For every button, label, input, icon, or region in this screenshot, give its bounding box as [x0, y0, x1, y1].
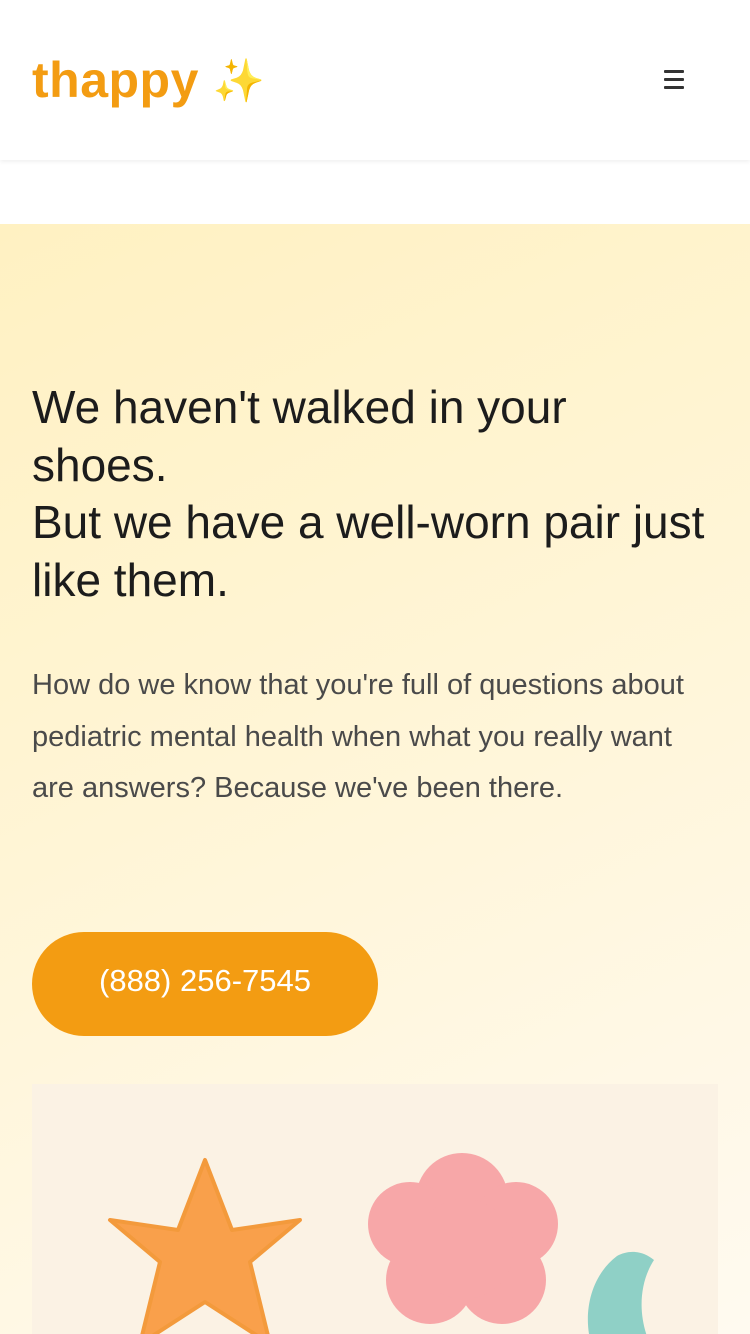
hero-illustration: [32, 1084, 718, 1334]
moon-icon: [587, 1251, 654, 1334]
illustration-artwork: [108, 1153, 654, 1334]
phone-call-button[interactable]: (888) 256-7545: [32, 932, 378, 1036]
hamburger-menu-icon: [664, 70, 684, 73]
headline-line-1: We haven't walked in your shoes.: [32, 381, 567, 491]
headline-line-2: But we have a well-worn pair just like t…: [32, 496, 705, 606]
hero-section: We haven't walked in your shoes. But we …: [0, 224, 750, 1334]
star-icon: [108, 1158, 302, 1334]
thappy-logo[interactable]: thappy ✨: [32, 50, 265, 111]
hamburger-menu-icon-bar: [664, 78, 684, 81]
sparkle-icon: ✨: [212, 57, 266, 104]
site-header: thappy ✨: [0, 0, 750, 160]
hamburger-menu-icon-bar: [664, 86, 684, 89]
hamburger-menu-button[interactable]: [648, 58, 700, 102]
logo-text: thappy: [32, 52, 199, 108]
header-spacer: [0, 160, 750, 224]
flower-icon: [368, 1153, 558, 1324]
hero-headline: We haven't walked in your shoes. But we …: [32, 379, 712, 609]
hero-body-text: How do we know that you're full of quest…: [32, 669, 684, 804]
